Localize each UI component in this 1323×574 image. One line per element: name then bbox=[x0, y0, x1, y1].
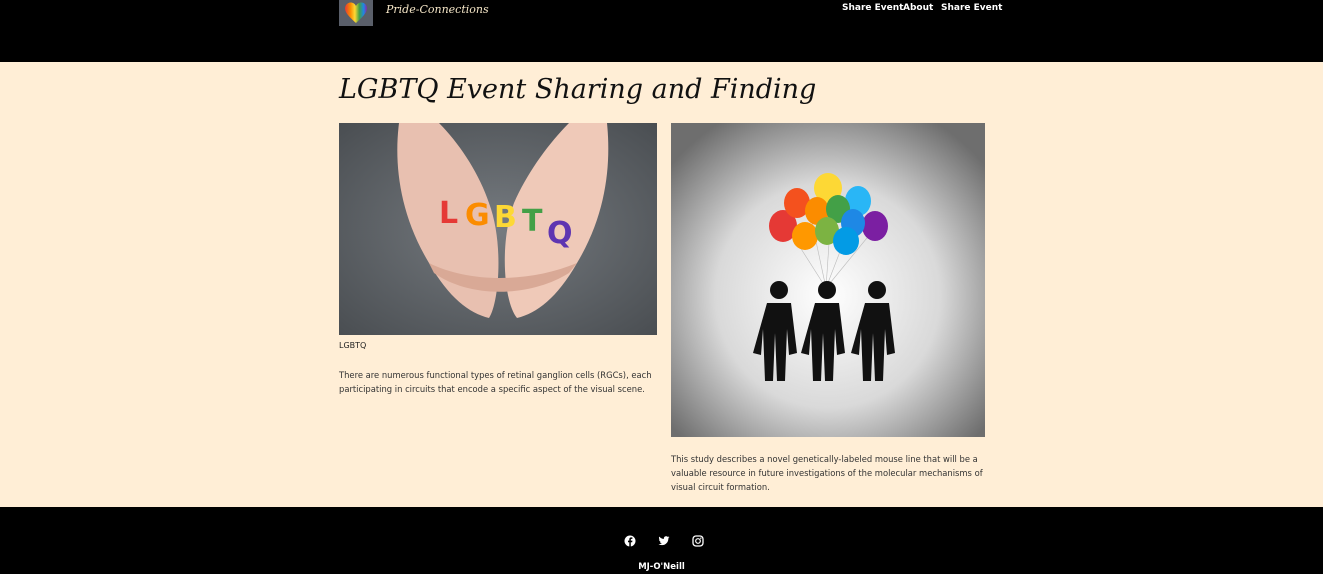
facebook-icon[interactable] bbox=[624, 532, 636, 547]
brand-name[interactable]: Pride-Connections bbox=[386, 3, 489, 16]
footer-author: MJ-O'Neill bbox=[638, 562, 685, 572]
page-title: LGBTQ Event Sharing and Finding bbox=[339, 74, 817, 105]
card-text: This study describes a novel genetically… bbox=[671, 454, 983, 492]
svg-text:B: B bbox=[494, 200, 517, 235]
site-header: Pride-Connections Share Event About Shar… bbox=[0, 0, 1323, 62]
site-footer: MJ-O'Neill bbox=[0, 507, 1323, 574]
svg-text:L: L bbox=[439, 196, 458, 231]
twitter-icon[interactable] bbox=[658, 532, 670, 546]
instagram-icon[interactable] bbox=[692, 532, 704, 547]
image-caption: LGBTQ bbox=[339, 341, 367, 350]
hands-holding-lgbtq-letters-photo: L G B T Q bbox=[339, 123, 657, 335]
three-figures-with-rainbow-balloons-photo bbox=[671, 123, 985, 437]
svg-text:Q: Q bbox=[547, 216, 573, 251]
card-text: There are numerous functional types of r… bbox=[339, 370, 652, 394]
nav-about[interactable]: About bbox=[903, 3, 933, 13]
rainbow-heart-logo[interactable] bbox=[339, 0, 373, 26]
svg-text:G: G bbox=[465, 198, 490, 233]
nav-share-event[interactable]: Share Event bbox=[842, 3, 903, 13]
svg-text:T: T bbox=[522, 204, 543, 239]
nav-share-event-2[interactable]: Share Event bbox=[941, 3, 1002, 13]
